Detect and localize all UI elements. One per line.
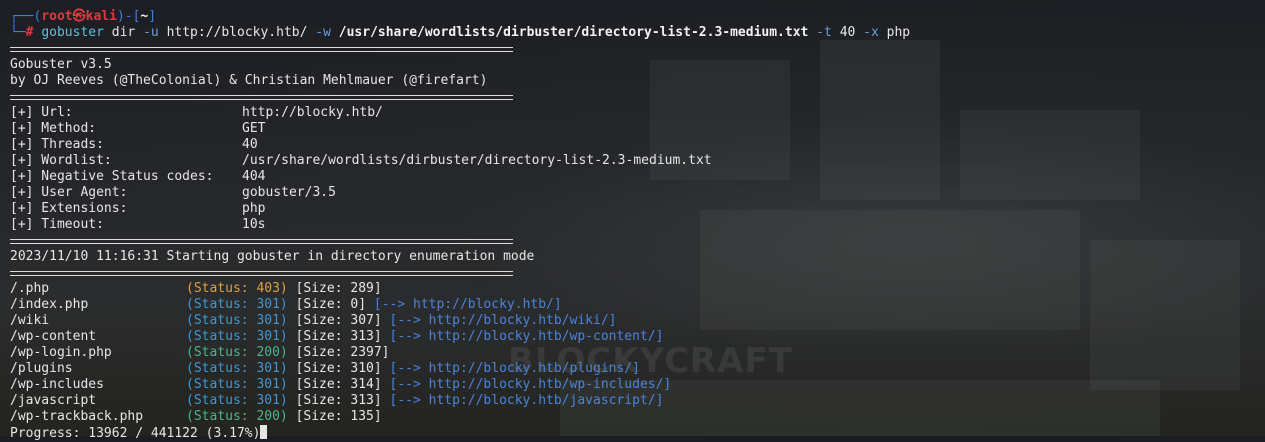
result-row: /wiki (Status: 301) [Size: 307] [--> http…	[10, 313, 617, 328]
result-row: /wp-content (Status: 301) [Size: 313] [--…	[10, 329, 664, 344]
config-row: [+] Method: GET	[10, 121, 266, 136]
results-list: /.php (Status: 403) [Size: 289] /index.ph…	[10, 281, 1265, 425]
result-row: /wp-includes (Status: 301) [Size: 314] [-…	[10, 377, 672, 392]
start-message: 2023/11/10 11:16:31 Starting gobuster in…	[10, 249, 535, 264]
config-block: [+] Url: http://blocky.htb/ [+] Method: GE…	[10, 105, 1265, 233]
separator	[10, 271, 513, 276]
banner-authors: by OJ Reeves (@TheColonial) & Christian …	[10, 73, 488, 88]
terminal-cursor	[260, 425, 268, 439]
config-row: [+] Extensions: php	[10, 201, 266, 216]
config-row: [+] Timeout: 10s	[10, 217, 266, 232]
command-line: └─# gobuster dir -u http://blocky.htb/ -…	[10, 25, 911, 40]
result-row: /wp-login.php (Status: 200) [Size: 2397]	[10, 345, 390, 360]
result-row: /javascript (Status: 301) [Size: 313] [--…	[10, 393, 664, 408]
terminal-output[interactable]: ┌──(root㉿kali)-[~] └─# gobuster dir -u h…	[10, 9, 1265, 441]
banner-version: Gobuster v3.5	[10, 57, 112, 72]
progress-line: Progress: 13962 / 441122 (3.17%)	[10, 425, 1265, 441]
config-row: [+] User Agent: gobuster/3.5	[10, 185, 336, 200]
result-row: /wp-trackback.php (Status: 200) [Size: 13…	[10, 409, 382, 424]
result-row: /index.php (Status: 301) [Size: 0] [--> h…	[10, 297, 562, 312]
prompt-line: ┌──(root㉿kali)-[~]	[10, 9, 157, 24]
config-row: [+] Url: http://blocky.htb/	[10, 105, 383, 120]
result-row: /.php (Status: 403) [Size: 289]	[10, 281, 382, 296]
separator	[10, 239, 513, 244]
separator	[10, 95, 513, 100]
separator	[10, 47, 513, 52]
result-row: /plugins (Status: 301) [Size: 310] [--> h…	[10, 361, 640, 376]
config-row: [+] Wordlist:/usr/share/wordlists/dirbus…	[10, 153, 712, 168]
config-row: [+] Threads: 40	[10, 137, 258, 152]
config-row: [+] Negative Status codes: 404	[10, 169, 266, 184]
